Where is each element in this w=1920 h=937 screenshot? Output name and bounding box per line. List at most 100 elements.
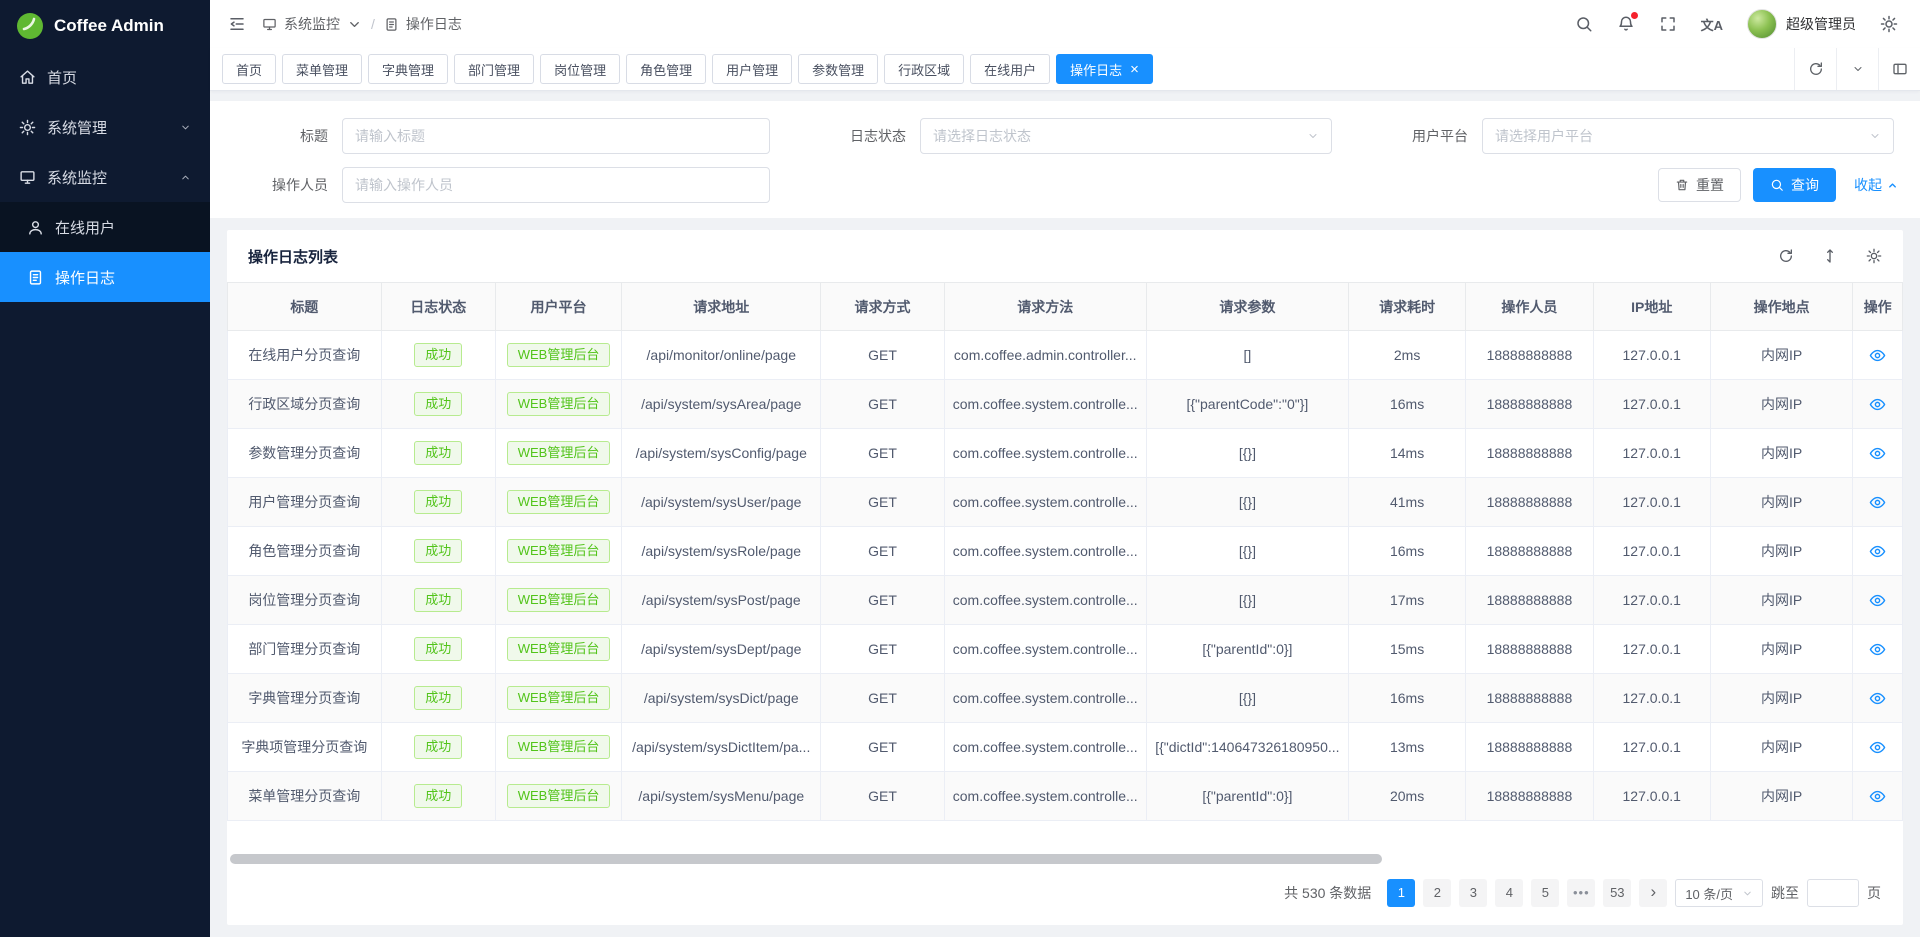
eye-icon[interactable] xyxy=(1869,347,1886,364)
page-button[interactable]: 4 xyxy=(1495,879,1523,907)
eye-icon[interactable] xyxy=(1869,641,1886,658)
monitor-icon xyxy=(19,169,36,186)
table-empty-space xyxy=(227,821,1903,853)
tabs-more-button[interactable] xyxy=(1836,48,1878,90)
tab-label: 菜单管理 xyxy=(296,60,348,79)
page-button[interactable]: 3 xyxy=(1459,879,1487,907)
next-page-button[interactable]: › xyxy=(1639,879,1667,907)
sidebar-item-home[interactable]: 首页 xyxy=(0,52,210,102)
jump-label: 跳至 xyxy=(1771,883,1799,903)
title-input[interactable] xyxy=(342,118,770,154)
eye-icon[interactable] xyxy=(1869,690,1886,707)
eye-icon[interactable] xyxy=(1869,445,1886,462)
tab-item[interactable]: 字典管理 xyxy=(368,54,448,84)
eye-icon[interactable] xyxy=(1869,494,1886,511)
chevron-down-icon xyxy=(347,17,362,32)
cell-url: /api/system/sysRole/page xyxy=(622,527,821,576)
operator-filter-label: 操作人员 xyxy=(232,175,328,195)
cell-url: /api/system/sysDictItem/pa... xyxy=(622,723,821,772)
platform-badge: WEB管理后台 xyxy=(507,588,611,613)
log-status-select[interactable]: 请选择日志状态 xyxy=(920,118,1332,154)
cell-handler: com.coffee.system.controlle... xyxy=(944,576,1146,625)
cell-params: [{}] xyxy=(1146,527,1348,576)
cell-url: /api/monitor/online/page xyxy=(622,331,821,380)
tab-item[interactable]: 行政区域 xyxy=(884,54,964,84)
search-button[interactable] xyxy=(1575,15,1593,33)
tab-close-icon[interactable]: × xyxy=(1130,62,1139,77)
eye-icon[interactable] xyxy=(1869,788,1886,805)
chevron-up-icon xyxy=(1887,180,1898,191)
cell-handler: com.coffee.system.controlle... xyxy=(944,380,1146,429)
table-refresh-button[interactable] xyxy=(1778,248,1794,264)
status-badge: 成功 xyxy=(414,539,462,564)
eye-icon[interactable] xyxy=(1869,543,1886,560)
platform-badge: WEB管理后台 xyxy=(507,784,611,809)
tab-item[interactable]: 用户管理 xyxy=(712,54,792,84)
fullscreen-icon xyxy=(1659,15,1677,33)
user-menu[interactable]: 超级管理员 xyxy=(1747,9,1856,39)
eye-icon[interactable] xyxy=(1869,739,1886,756)
cell-platform: WEB管理后台 xyxy=(495,380,621,429)
cell-status: 成功 xyxy=(381,478,495,527)
eye-icon[interactable] xyxy=(1869,396,1886,413)
page-button[interactable]: 5 xyxy=(1531,879,1559,907)
reset-button[interactable]: 重置 xyxy=(1658,168,1741,202)
page-button[interactable]: 53 xyxy=(1603,879,1631,907)
tab-item[interactable]: 首页 xyxy=(222,54,276,84)
layout-toggle-button[interactable] xyxy=(1878,48,1920,90)
query-button[interactable]: 查询 xyxy=(1753,168,1836,202)
tab-label: 操作日志 xyxy=(1070,60,1122,79)
table-row: 用户管理分页查询成功WEB管理后台/api/system/sysUser/pag… xyxy=(228,478,1903,527)
tab-item[interactable]: 角色管理 xyxy=(626,54,706,84)
column-header: 日志状态 xyxy=(381,283,495,331)
tabs-refresh-button[interactable] xyxy=(1794,48,1836,90)
eye-icon[interactable] xyxy=(1869,592,1886,609)
table-row: 部门管理分页查询成功WEB管理后台/api/system/sysDept/pag… xyxy=(228,625,1903,674)
cell-status: 成功 xyxy=(381,331,495,380)
cell-platform: WEB管理后台 xyxy=(495,331,621,380)
card-title: 操作日志列表 xyxy=(248,246,1778,267)
platform-badge: WEB管理后台 xyxy=(507,637,611,662)
chevron-down-icon xyxy=(1852,63,1864,75)
fullscreen-button[interactable] xyxy=(1659,15,1677,33)
sidebar-item-system-management[interactable]: 系统管理 xyxy=(0,102,210,152)
page-size-select[interactable]: 10 条/页 xyxy=(1675,879,1763,907)
sidebar-collapse-button[interactable] xyxy=(228,15,246,33)
jump-page-input[interactable] xyxy=(1807,879,1859,907)
translate-button[interactable]: 文A xyxy=(1701,15,1723,34)
cell-ip: 127.0.0.1 xyxy=(1593,527,1710,576)
page-button[interactable]: 1 xyxy=(1387,879,1415,907)
tab-item[interactable]: 岗位管理 xyxy=(540,54,620,84)
platform-select[interactable]: 请选择用户平台 xyxy=(1482,118,1894,154)
cell-location: 内网IP xyxy=(1710,527,1853,576)
tab-item[interactable]: 参数管理 xyxy=(798,54,878,84)
tab-label: 用户管理 xyxy=(726,60,778,79)
cell-action xyxy=(1853,723,1903,772)
column-settings-button[interactable] xyxy=(1866,248,1882,264)
breadcrumb-item[interactable]: 系统监控 xyxy=(284,14,340,34)
sidebar-item-online-users[interactable]: 在线用户 xyxy=(0,202,210,252)
chevron-down-icon xyxy=(180,122,191,133)
row-density-button[interactable] xyxy=(1822,248,1838,264)
sidebar-item-operation-log[interactable]: 操作日志 xyxy=(0,252,210,302)
sidebar-item-system-monitor[interactable]: 系统监控 xyxy=(0,152,210,202)
notification-button[interactable] xyxy=(1617,15,1635,33)
cell-duration: 14ms xyxy=(1348,429,1465,478)
scrollbar-thumb[interactable] xyxy=(230,854,1382,864)
cell-status: 成功 xyxy=(381,625,495,674)
tab-item[interactable]: 操作日志 × xyxy=(1056,54,1153,84)
log-status-placeholder: 请选择日志状态 xyxy=(933,126,1031,146)
tab-item[interactable]: 菜单管理 xyxy=(282,54,362,84)
breadcrumb: 系统监控 / 操作日志 xyxy=(262,14,462,34)
sidebar-item-label: 首页 xyxy=(47,67,77,88)
settings-button[interactable] xyxy=(1880,15,1898,33)
operator-input[interactable] xyxy=(342,167,770,203)
cell-ip: 127.0.0.1 xyxy=(1593,576,1710,625)
cell-ip: 127.0.0.1 xyxy=(1593,331,1710,380)
sidebar-item-label: 操作日志 xyxy=(55,267,115,288)
cell-handler: com.coffee.system.controlle... xyxy=(944,723,1146,772)
page-button[interactable]: 2 xyxy=(1423,879,1451,907)
collapse-filters-link[interactable]: 收起 xyxy=(1854,175,1898,195)
tab-item[interactable]: 部门管理 xyxy=(454,54,534,84)
tab-item[interactable]: 在线用户 xyxy=(970,54,1050,84)
